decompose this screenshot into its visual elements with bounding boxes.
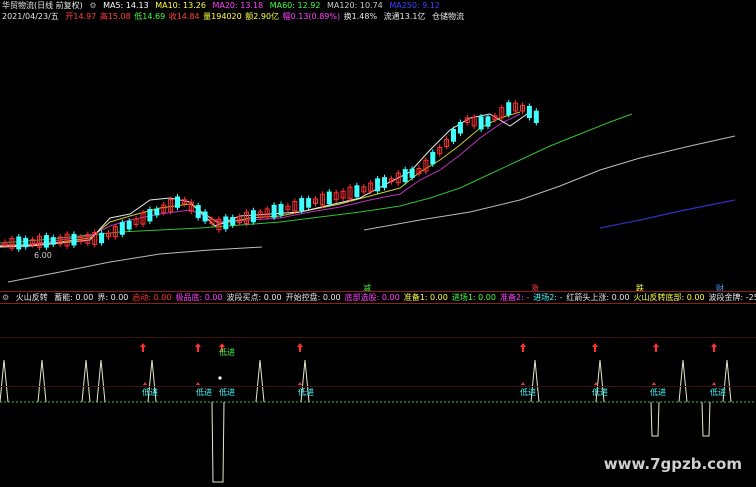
indicator-spike-up	[81, 359, 91, 403]
candle-body	[451, 129, 456, 142]
candle-body	[50, 237, 56, 245]
indicator-spike-down	[211, 401, 225, 483]
price-chart[interactable]: 6.00 减 涨 跌 财 低进 低进 低进 低进 低进 低进 低进 低进低进	[0, 0, 756, 487]
low-entry-label: 低进	[520, 387, 536, 397]
candle-body	[147, 209, 153, 222]
candle-body	[230, 217, 236, 226]
ma10-line	[0, 111, 521, 247]
indicator-item: 波段金牌: -25.00	[708, 293, 756, 302]
small-up-arrow	[196, 382, 200, 385]
watermark: www.7gpzb.com	[603, 455, 742, 473]
small-up-arrow	[712, 382, 716, 385]
red-up-arrow	[140, 343, 146, 352]
low-entry-label: 低进	[650, 387, 666, 397]
indicator-spike-up	[37, 359, 47, 403]
candle-body	[430, 151, 436, 165]
candle-body	[154, 208, 160, 216]
candle-body	[354, 185, 360, 198]
candle-body	[23, 237, 29, 248]
ma60-line	[0, 113, 633, 244]
candle-body	[299, 198, 305, 212]
red-up-arrow	[520, 343, 526, 352]
indicator-spike-up	[96, 359, 106, 403]
candle-body	[99, 232, 105, 244]
indicator-spike-up	[255, 359, 265, 403]
low-entry-label: 低进	[219, 387, 235, 397]
candle-body	[533, 110, 539, 123]
indicator-gridline-1	[0, 337, 756, 338]
ma120-line-2	[363, 135, 736, 231]
ma20-line	[0, 113, 521, 246]
indicator-name[interactable]: 火山反转	[16, 293, 48, 302]
candle-body	[326, 191, 332, 205]
candle-body	[457, 121, 463, 134]
candle-body	[506, 102, 512, 116]
gear-icon[interactable]: ⚙	[2, 293, 9, 302]
candle-body	[306, 198, 312, 208]
signal-dot	[218, 376, 222, 380]
low-entry-labels: 低进 低进 低进 低进 低进 低进 低进 低进低进	[142, 347, 726, 397]
candle-body	[382, 177, 387, 188]
small-up-arrow	[298, 382, 302, 385]
candle-body	[43, 235, 49, 248]
indicator-item: 蓄能: 0.00	[54, 293, 94, 302]
candlesticks	[2, 99, 539, 252]
red-up-arrow	[592, 343, 598, 352]
candle-body	[126, 220, 132, 230]
pane-divider-bottom	[0, 303, 756, 304]
candle-body	[195, 205, 201, 219]
indicator-spike-down	[650, 401, 660, 437]
candle-body	[278, 204, 284, 216]
candle-body	[250, 210, 256, 223]
low-price-label: 6.00	[34, 251, 52, 260]
small-up-arrow	[521, 382, 525, 385]
candle-body	[119, 221, 125, 235]
red-up-arrow	[297, 343, 303, 352]
low-entry-label: 低进	[298, 387, 314, 397]
indicator-item: 底部选股: 0.00	[344, 293, 400, 302]
indicator-item: 界: 0.00	[97, 293, 129, 302]
indicator-spike-down	[701, 401, 711, 437]
candle-body	[271, 204, 277, 218]
indicator-item: 启动: 0.00	[132, 293, 172, 302]
small-up-arrow	[143, 382, 147, 385]
ma250-line	[599, 199, 736, 229]
red-up-arrow	[711, 343, 717, 352]
candle-body	[71, 233, 77, 246]
low-entry-label: 低进	[710, 387, 726, 397]
indicator-spike-up	[678, 359, 688, 403]
candle-body	[526, 105, 532, 119]
indicator-spike-up	[0, 359, 9, 403]
candle-body	[409, 168, 415, 178]
candle-body	[375, 178, 381, 192]
indicator-item: 开始控盘: 0.00	[285, 293, 341, 302]
indicator-item: 进场2: -	[533, 293, 563, 302]
candle-body	[202, 211, 208, 222]
indicator-row: ⚙ 火山反转 蓄能: 0.00 界: 0.00 启动: 0.00 极品底: 0.00 波…	[2, 292, 756, 303]
candle-body	[175, 196, 180, 208]
red-up-arrow	[195, 343, 201, 352]
candle-body	[402, 169, 408, 183]
low-entry-label: 低进	[219, 347, 235, 357]
indicator-item: 火山反转底部: 0.00	[633, 293, 705, 302]
indicator-item: 准备2: -	[499, 293, 530, 302]
red-up-arrow	[653, 343, 659, 352]
indicator-item: 波段买点: 0.00	[226, 293, 282, 302]
candle-body	[223, 216, 229, 230]
indicator-gridline-2	[0, 386, 756, 387]
low-entry-label: 低进	[196, 387, 212, 397]
small-up-arrow	[652, 382, 656, 385]
low-entry-label: 低进	[592, 387, 608, 397]
candle-body	[485, 116, 491, 127]
indicator-items: 蓄能: 0.00 界: 0.00 启动: 0.00 极品底: 0.00 波段买点: 0.…	[54, 293, 756, 302]
low-entry-label: 低进	[142, 387, 158, 397]
candle-body	[16, 236, 22, 250]
indicator-item: 红箭头上涨: 0.00	[566, 293, 630, 302]
ma5-line	[0, 111, 531, 248]
candle-body	[478, 116, 484, 130]
indicator-item: 极品底: 0.00	[175, 293, 223, 302]
indicator-item: 准备1: 0.00	[403, 293, 448, 302]
indicator-item: 进场1: 0.00	[451, 293, 496, 302]
